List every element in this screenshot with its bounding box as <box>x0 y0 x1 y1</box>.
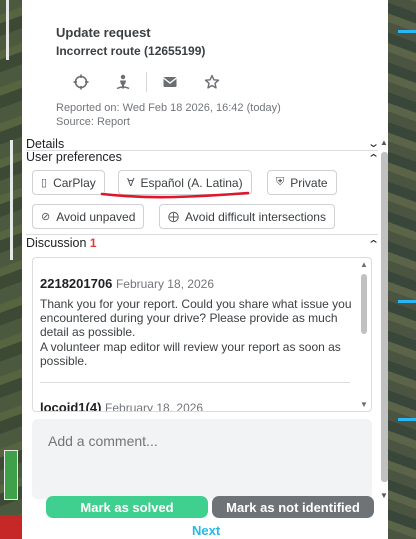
preference-chip-avoid-intersections[interactable]: ⨁ Avoid difficult intersections <box>159 204 335 229</box>
scroll-thumb[interactable] <box>361 274 367 334</box>
email-icon[interactable] <box>161 73 179 91</box>
scroll-up-icon[interactable]: ▲ <box>380 138 388 147</box>
car-icon: ⛨ <box>276 176 285 188</box>
scroll-thumb[interactable] <box>381 152 388 482</box>
message-author: locoid1(4) February 18, 2026 <box>40 400 204 412</box>
icon-divider <box>146 72 147 92</box>
panel-scrollbar[interactable]: ▲ ▼ <box>380 138 388 500</box>
details-label: Details <box>26 137 65 151</box>
mark-not-identified-button[interactable]: Mark as not identified <box>212 496 374 518</box>
message-text: Thank you for your report. Could you sha… <box>40 297 352 340</box>
mark-solved-button[interactable]: Mark as solved <box>46 496 208 518</box>
message-date: February 18, 2026 <box>105 401 204 412</box>
scroll-up-icon[interactable]: ▲ <box>360 260 368 269</box>
scroll-down-icon[interactable]: ▼ <box>380 491 388 500</box>
message-author-name: locoid1(4) <box>40 400 102 412</box>
discussion-messages[interactable]: 2218201706 February 18, 2026 Thank you f… <box>32 257 372 412</box>
update-request-panel: Update request Incorrect route (12655199… <box>22 0 388 539</box>
message-body: Thank you for your report. Could you sha… <box>40 297 358 368</box>
request-subtitle: Incorrect route (12655199) <box>56 44 206 58</box>
preference-chip-carplay[interactable]: ▯ CarPlay <box>32 170 105 195</box>
discussion-scrollbar[interactable]: ▲ ▼ <box>359 258 369 411</box>
user-preferences-section-header[interactable]: User preferences ⌃ <box>26 150 382 166</box>
source-text: Source: Report <box>56 116 130 128</box>
preference-avoid-unpaved-label: Avoid unpaved <box>56 209 136 224</box>
details-section-header[interactable]: Details ⌄ <box>26 137 382 151</box>
person-icon[interactable] <box>114 73 132 91</box>
chevron-down-icon[interactable]: ⌄ <box>367 137 380 151</box>
message-text: A volunteer map editor will review your … <box>40 339 341 368</box>
map-road <box>398 418 416 421</box>
map-marker <box>4 450 18 500</box>
scroll-down-icon[interactable]: ▼ <box>360 400 368 409</box>
message-divider <box>40 382 350 383</box>
map-background-right[interactable] <box>388 0 416 539</box>
request-header: Update request Incorrect route (12655199… <box>22 0 388 132</box>
map-road <box>10 140 13 260</box>
comment-input[interactable] <box>32 419 372 499</box>
discussion-count-badge: 1 <box>89 236 97 250</box>
map-road <box>398 30 416 33</box>
chevron-up-icon[interactable]: ⌃ <box>367 152 380 166</box>
map-background-left[interactable] <box>0 0 22 539</box>
message-author-name: 2218201706 <box>40 276 113 291</box>
preference-language-label: Español (A. Latina) <box>140 175 243 190</box>
discussion-label: Discussion <box>26 236 87 250</box>
map-road <box>6 0 9 60</box>
reported-on-text: Reported on: Wed Feb 18 2026, 16:42 (tod… <box>56 102 281 114</box>
map-marker-red <box>0 515 22 539</box>
preference-avoid-intersections-label: Avoid difficult intersections <box>185 209 326 224</box>
request-title: Update request <box>56 25 151 40</box>
intersection-icon: ⨁ <box>168 211 179 223</box>
unpaved-road-icon: ⊘ <box>41 211 51 223</box>
chevron-up-icon[interactable]: ⌃ <box>367 238 380 252</box>
preference-chip-avoid-unpaved[interactable]: ⊘ Avoid unpaved <box>32 204 145 229</box>
star-icon[interactable] <box>203 73 221 91</box>
message-date: February 18, 2026 <box>115 277 214 291</box>
phone-icon: ▯ <box>41 177 48 189</box>
preference-vehicle-label: Private <box>290 175 328 190</box>
section-divider <box>26 234 378 235</box>
user-preferences-label: User preferences <box>26 150 122 164</box>
next-link[interactable]: Next <box>192 523 220 538</box>
request-actions <box>72 72 245 92</box>
annotation-underline <box>100 191 250 199</box>
discussion-section-header[interactable]: Discussion 1 ⌃ <box>26 236 382 252</box>
preference-chip-vehicle[interactable]: ⛨ Private <box>267 170 337 195</box>
message-author: 2218201706 February 18, 2026 <box>40 276 214 291</box>
translate-icon: Ɐ <box>127 177 135 189</box>
map-road <box>398 300 416 303</box>
preference-carplay-label: CarPlay <box>53 175 96 190</box>
crosshair-icon[interactable] <box>72 73 90 91</box>
